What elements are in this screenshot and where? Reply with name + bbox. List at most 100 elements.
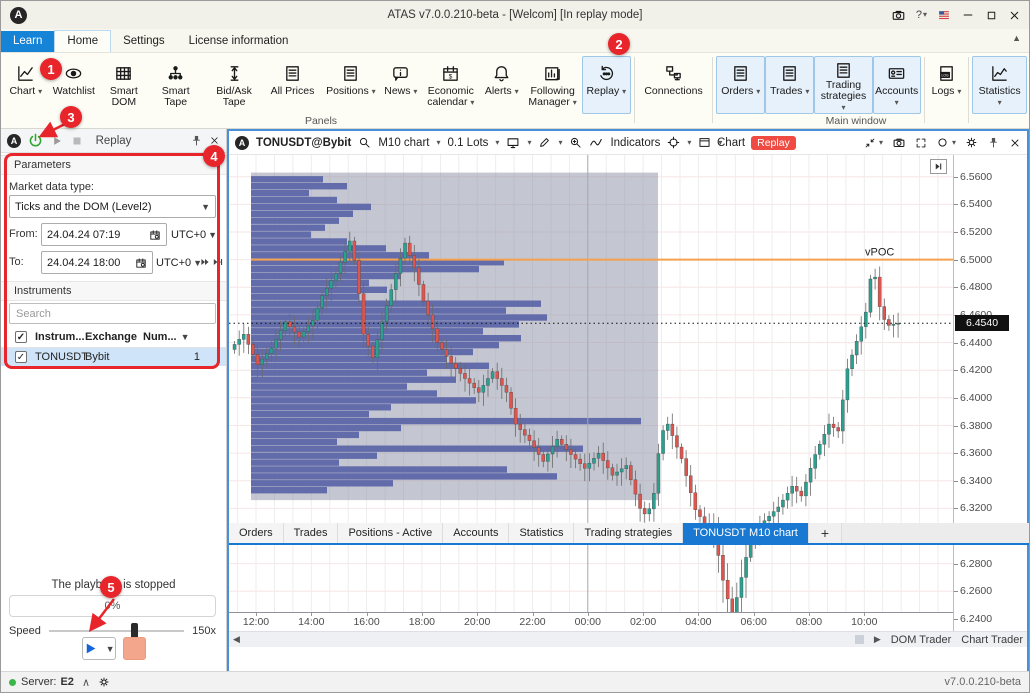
time-axis[interactable]: 12:0014:0016:0018:0020:0022:0000:0002:00… <box>229 612 953 631</box>
atas-logo-icon: A <box>7 134 21 148</box>
instrument-row[interactable]: ✓ TONUSDT Bybit 1 <box>1 348 226 366</box>
language-flag-icon[interactable] <box>937 8 951 22</box>
price-tick <box>954 177 958 178</box>
doc-tab-statistics[interactable]: Statistics <box>509 523 574 543</box>
chart-scrollbar[interactable]: ◀ ▶ DOM Trader Chart Trader <box>229 631 1027 647</box>
to-date-input[interactable]: 24.04.24 18:00 <box>41 251 153 274</box>
ribbon-button-economic-calendar[interactable]: $Economic calendar ▾ <box>422 56 480 114</box>
drawing-tools-icon[interactable] <box>538 136 551 149</box>
sort-icon[interactable]: ▼ <box>181 332 190 342</box>
row-checkbox[interactable]: ✓ <box>15 351 27 363</box>
ribbon-button-replay[interactable]: Replay ▾ <box>582 56 631 114</box>
pin-icon[interactable] <box>987 136 1000 149</box>
play-button[interactable]: ▼ <box>82 637 116 660</box>
ribbon-button-logs[interactable]: LOGLogs ▾ <box>928 56 966 114</box>
close-button[interactable] <box>1008 9 1021 22</box>
scroll-right-icon[interactable]: ▶ <box>874 634 881 645</box>
circle-icon[interactable] <box>936 136 949 149</box>
price-axis[interactable]: 6.56006.54006.52006.50006.48006.46006.44… <box>953 155 1027 631</box>
settings-gear-icon[interactable] <box>965 136 978 149</box>
speed-max-label: 150x <box>192 625 216 637</box>
ribbon-button-positions[interactable]: Positions ▾ <box>322 56 380 114</box>
menu-tab-settings[interactable]: Settings <box>111 31 177 52</box>
select-all-checkbox[interactable]: ✓ <box>15 331 27 343</box>
ribbon-button-following-manager[interactable]: Following Manager ▾ <box>523 56 581 114</box>
speed-slider[interactable] <box>49 630 184 632</box>
replay-stop-icon[interactable] <box>70 134 84 148</box>
help-icon[interactable]: ?▾ <box>916 9 927 21</box>
chart-panel-title: Chart <box>717 137 745 149</box>
layout-icon[interactable] <box>698 136 711 149</box>
ribbon-button-smart-tape[interactable]: Smart Tape <box>147 56 205 114</box>
ribbon-collapse-icon[interactable]: ▲ <box>1012 33 1021 43</box>
to-label: To: <box>9 256 24 268</box>
maximize-button[interactable] <box>985 9 998 22</box>
ribbon-button-alerts[interactable]: Alerts ▾ <box>480 56 523 114</box>
doc-tab-trading-strategies[interactable]: Trading strategies <box>574 523 683 543</box>
camera-icon[interactable] <box>892 136 906 150</box>
replay-play-icon[interactable] <box>50 134 64 148</box>
scroll-left-icon[interactable]: ◀ <box>233 634 240 645</box>
menu-tab-license-information[interactable]: License information <box>177 31 301 52</box>
ribbon-button-statistics[interactable]: Statistics ▾ <box>972 56 1027 114</box>
pin-icon[interactable] <box>190 134 203 147</box>
ribbon-button-news[interactable]: News ▾ <box>380 56 422 114</box>
price-tick <box>954 426 958 427</box>
price-tick <box>954 564 958 565</box>
ribbon-button-connections[interactable]: Connections <box>638 56 709 114</box>
minimize-button[interactable] <box>961 8 975 22</box>
screenshot-icon[interactable] <box>891 8 906 23</box>
ribbon-button-smart-dom[interactable]: Smart DOM <box>101 56 146 114</box>
close-icon[interactable] <box>1009 137 1021 149</box>
skip-to-end-icon[interactable] <box>212 256 224 268</box>
chart-trader-button[interactable]: Chart Trader <box>961 634 1023 646</box>
crosshair-icon[interactable] <box>667 136 680 149</box>
go-to-end-icon[interactable] <box>930 159 947 174</box>
menu-tab-home[interactable]: Home <box>54 30 111 52</box>
annotation-badge-5: 5 <box>100 576 122 598</box>
collapse-icon[interactable] <box>864 137 876 149</box>
price-tick-label: 6.4800 <box>960 281 992 293</box>
annotation-badge-3: 3 <box>60 106 82 128</box>
ribbon-button-bid/ask-tape[interactable]: Bid/Ask Tape <box>205 56 263 114</box>
calendar-icon[interactable] <box>135 257 147 269</box>
fullscreen-icon[interactable] <box>915 137 927 149</box>
doc-tab-tonusdt-m10-chart[interactable]: TONUSDT M10 chart <box>683 523 809 543</box>
from-date-input[interactable]: 24.04.24 07:19 <box>41 223 167 246</box>
indicators-icon[interactable] <box>589 136 603 150</box>
ribbon-button-all-prices[interactable]: All Prices <box>263 56 321 114</box>
connections-icon <box>664 60 683 86</box>
ribbon-button-trading-strategies[interactable]: Trading strategies ▾ <box>814 56 872 114</box>
instruments-table-header[interactable]: ✓ Instrum... Exchange Num... ▼ <box>1 327 226 348</box>
doc-tab-trades[interactable]: Trades <box>284 523 339 543</box>
screen-icon[interactable] <box>506 136 520 150</box>
doc-tab-orders[interactable]: Orders <box>229 523 284 543</box>
replay-power-icon[interactable] <box>27 132 44 149</box>
scrollbar-thumb[interactable] <box>855 635 864 644</box>
time-tick-label: 16:00 <box>353 616 379 628</box>
add-tab-button[interactable]: + <box>809 523 842 543</box>
settings-gear-icon[interactable] <box>98 676 110 688</box>
market-data-type-select[interactable]: Ticks and the DOM (Level2) ▼ <box>9 195 216 218</box>
lots-select[interactable]: 0.1 Lots <box>448 137 489 149</box>
search-input[interactable]: Search <box>9 303 216 324</box>
server-value: E2 <box>60 676 73 688</box>
indicators-button[interactable]: Indicators <box>610 137 660 149</box>
search-icon[interactable] <box>358 136 371 149</box>
doc-tab-accounts[interactable]: Accounts <box>443 523 509 543</box>
ribbon-button-trades[interactable]: Trades ▾ <box>765 56 814 114</box>
to-timezone-select[interactable]: UTC+0▼ <box>156 251 202 274</box>
calendar-icon[interactable] <box>149 229 161 241</box>
menu-tab-learn[interactable]: Learn <box>1 31 54 52</box>
collapse-caret[interactable]: ∧ <box>82 676 90 689</box>
from-timezone-select[interactable]: UTC+0▼ <box>171 223 217 246</box>
ribbon-button-orders[interactable]: Orders ▾ <box>716 56 765 114</box>
zoom-in-icon[interactable] <box>569 136 582 149</box>
price-tick <box>954 481 958 482</box>
stop-button[interactable] <box>123 637 146 660</box>
dom-trader-button[interactable]: DOM Trader <box>891 634 952 646</box>
timeframe-select[interactable]: M10 chart <box>378 137 429 149</box>
doc-tab-positions---active[interactable]: Positions - Active <box>338 523 443 543</box>
ribbon-button-accounts[interactable]: Accounts ▾ <box>873 56 921 114</box>
fast-forward-icon[interactable] <box>199 256 211 268</box>
